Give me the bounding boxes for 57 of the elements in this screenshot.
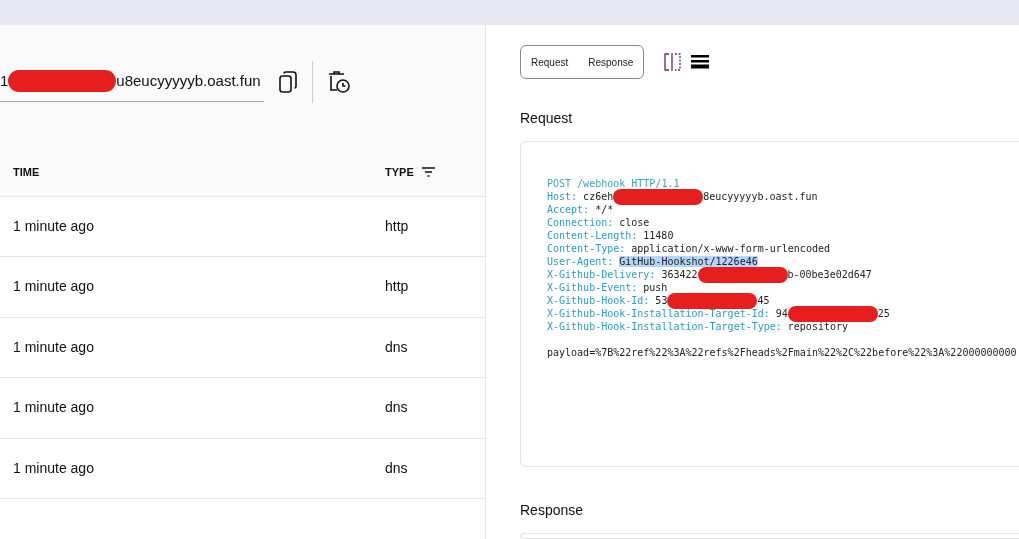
value-text: push — [643, 282, 668, 293]
table-row[interactable]: 1 minute ago dns — [0, 438, 485, 499]
toggle-button[interactable]: Request — [531, 54, 569, 70]
header-name: X-Github-Hook-Id: — [547, 294, 650, 307]
header-name: Host: — [547, 190, 578, 203]
type-cell-text: dns — [385, 458, 408, 478]
value-text: 363422 — [661, 268, 698, 280]
table-row[interactable]: 1 minute ago http — [0, 257, 485, 318]
value-text: close — [619, 217, 650, 228]
url-field[interactable]: 1 u8eucyyyyyb.oast.fun — [0, 61, 264, 102]
header-name: X-Github-Hook-Installation-Target-Id: — [547, 307, 770, 320]
filter-icon[interactable] — [421, 166, 435, 177]
table-row[interactable]: 1 minute ago dns — [0, 378, 485, 439]
type-cell-text: dns — [385, 398, 408, 418]
type-cell-text: http — [385, 277, 409, 297]
toggle-button[interactable]: Response — [588, 54, 634, 70]
column-header: TYPE — [385, 164, 414, 180]
value-text: application/x-www-form-urlencoded — [631, 243, 830, 254]
value-text: b-00be3e02d647 — [787, 268, 872, 280]
time-cell-text: 1 minute ago — [12, 216, 95, 236]
value-text: 53 — [655, 294, 668, 306]
stacked-view-icon[interactable] — [691, 55, 710, 69]
value-text: 11480 — [643, 230, 674, 241]
header-name: X-Github-Hook-Installation-Target-Type: — [547, 320, 782, 333]
type-cell-text: dns — [385, 337, 408, 357]
header-name: User-Agent: — [547, 255, 614, 268]
request-line: POST /webhook HTTP/1.1 — [547, 177, 681, 190]
header-name: Content-Type: — [547, 242, 626, 255]
value-text: GitHub-Hookshot/1226e46 — [619, 256, 758, 267]
table-row[interactable]: 1 minute ago http — [0, 196, 485, 257]
value-text: repository — [787, 321, 849, 332]
time-cell-text: 1 minute ago — [12, 337, 95, 357]
time-cell-text: 1 minute ago — [12, 277, 95, 297]
delete-history-icon[interactable] — [327, 69, 351, 94]
value-text: cz6eh — [583, 190, 614, 202]
type-cell-text: http — [385, 216, 409, 236]
table-row[interactable]: 1 minute ago dns — [0, 317, 485, 378]
value-text: 8eucyyyyyb.oast.fun — [703, 190, 818, 202]
header-name: Connection: — [547, 216, 614, 229]
column-header: TIME — [13, 165, 40, 178]
value-text: 94 — [775, 307, 788, 319]
header-name: Accept: — [547, 203, 590, 216]
split-view-icon[interactable] — [664, 53, 682, 71]
header-name: Content-Length: — [547, 229, 638, 242]
value-text: 25 — [877, 307, 890, 319]
header-name: X-Github-Event: — [547, 281, 638, 294]
header-name: X-Github-Delivery: — [547, 268, 656, 281]
time-cell-text: 1 minute ago — [12, 398, 95, 418]
section-title: Request — [520, 109, 574, 128]
copy-icon[interactable] — [278, 69, 298, 94]
value-text: 45 — [757, 294, 770, 306]
value-text: u8eucyyyyyb.oast.fun — [116, 70, 261, 91]
value-text: */* — [595, 204, 614, 215]
payload-text: payload=%7B%22ref%22%3A%22refs%2Fheads%2Fmain%22%2C%22before%22%3A%22000000000 — [547, 346, 1018, 359]
value-text: 1 — [0, 70, 9, 91]
time-cell-text: 1 minute ago — [12, 458, 95, 478]
section-title: Response — [520, 501, 585, 520]
